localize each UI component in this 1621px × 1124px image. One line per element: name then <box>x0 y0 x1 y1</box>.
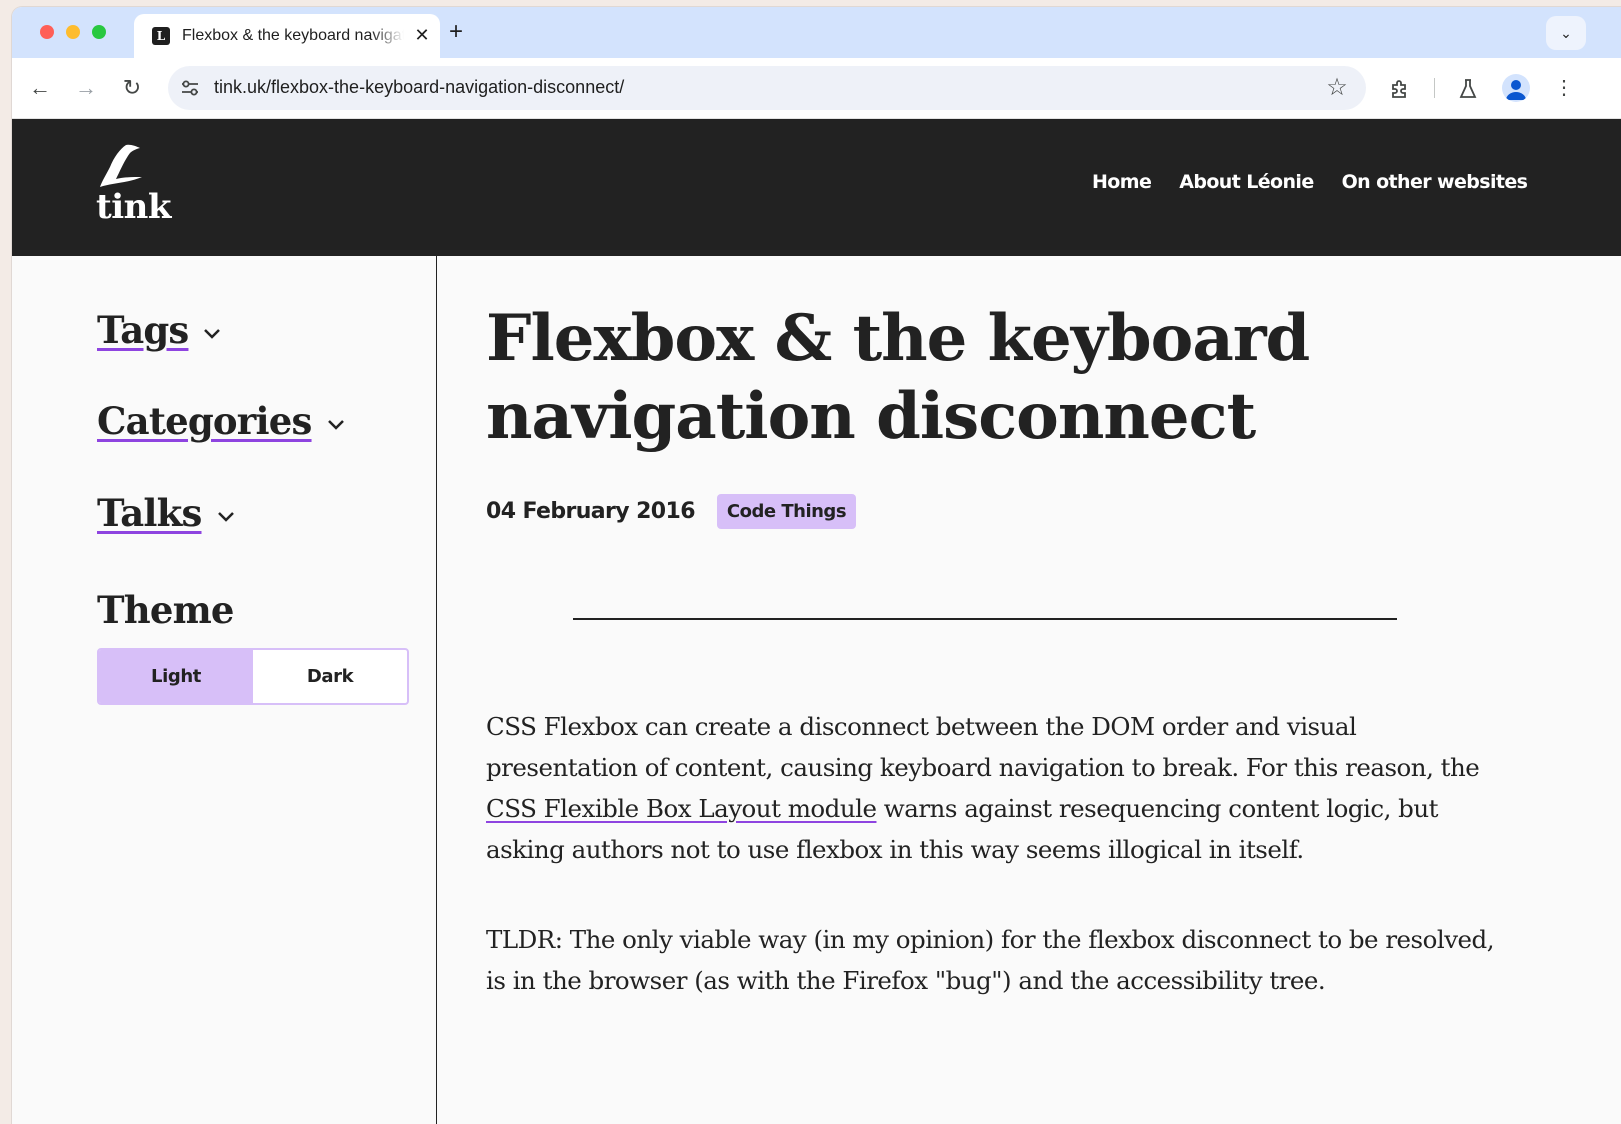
tab-search-icon[interactable]: ⌄ <box>1546 16 1586 50</box>
browser-window: L Flexbox & the keyboard navigation disc… <box>12 7 1621 1124</box>
article: Flexbox & the keyboard navigation discon… <box>486 256 1586 1124</box>
address-bar[interactable]: tink.uk/flexbox-the-keyboard-navigation-… <box>168 66 1366 110</box>
reload-icon[interactable]: ↻ <box>120 76 144 100</box>
nav-about-link[interactable]: About Léonie <box>1179 171 1314 193</box>
logo-text: tink <box>96 187 171 227</box>
toolbar-separator <box>1434 78 1435 98</box>
tab-strip: L Flexbox & the keyboard navigation disc… <box>12 7 1621 58</box>
theme-light-button[interactable]: Light <box>99 650 253 703</box>
extensions-icon[interactable] <box>1386 74 1414 102</box>
site-nav: Home About Léonie On other websites <box>1092 171 1528 193</box>
active-tab[interactable]: L Flexbox & the keyboard navigation disc… <box>134 14 440 58</box>
minimize-window-button[interactable] <box>66 25 80 39</box>
profile-icon[interactable] <box>1502 74 1530 102</box>
site-info-icon[interactable] <box>180 78 200 98</box>
site-logo[interactable]: tink <box>96 143 171 233</box>
favicon-icon: L <box>152 27 170 45</box>
labs-icon[interactable] <box>1454 74 1482 102</box>
sidebar-talks-toggle[interactable]: Talks <box>97 491 236 535</box>
back-icon[interactable]: ← <box>28 76 52 100</box>
sidebar-tags-toggle[interactable]: Tags <box>97 308 222 352</box>
tab-close-icon[interactable]: ✕ <box>412 25 432 45</box>
sidebar-categories-label: Categories <box>97 399 312 443</box>
forward-icon[interactable]: → <box>74 76 98 100</box>
sidebar: Tags Categories Talks Theme Light Dark <box>12 256 437 1124</box>
new-tab-icon[interactable]: + <box>444 20 468 44</box>
article-paragraph: CSS Flexbox can create a disconnect betw… <box>486 706 1506 870</box>
chevron-down-icon <box>204 328 221 339</box>
sidebar-tags-label: Tags <box>97 308 189 352</box>
maximize-window-button[interactable] <box>92 25 106 39</box>
url-text[interactable]: tink.uk/flexbox-the-keyboard-navigation-… <box>214 77 624 98</box>
article-paragraph-tldr: TLDR: The only viable way (in my opinion… <box>486 925 1495 995</box>
nav-home-link[interactable]: Home <box>1092 171 1152 193</box>
category-badge[interactable]: Code Things <box>716 494 857 529</box>
theme-switcher: Light Dark <box>97 648 409 705</box>
browser-toolbar: ← → ↻ tink.uk/flexbox-the-keyboard-navig… <box>12 58 1621 119</box>
flexbox-spec-link[interactable]: CSS Flexible Box Layout module <box>486 794 877 823</box>
chevron-down-icon <box>217 511 234 522</box>
theme-heading: Theme <box>97 588 234 632</box>
close-window-button[interactable] <box>40 25 54 39</box>
bookmark-star-icon[interactable]: ☆ <box>1324 75 1350 101</box>
sidebar-talks-label: Talks <box>97 491 202 535</box>
sidebar-categories-toggle[interactable]: Categories <box>97 399 346 443</box>
paragraph-text: CSS Flexbox can create a disconnect betw… <box>486 712 1480 782</box>
nav-other-websites-link[interactable]: On other websites <box>1342 171 1528 193</box>
article-title: Flexbox & the keyboard navigation discon… <box>486 301 1310 454</box>
article-meta: 04 February 2016 Code Things <box>486 494 857 529</box>
theme-dark-button[interactable]: Dark <box>253 650 407 703</box>
logo-bird-icon <box>100 144 142 187</box>
tab-title: Flexbox & the keyboard navigation discon… <box>182 27 404 44</box>
menu-icon[interactable]: ⋮ <box>1550 74 1578 102</box>
chevron-down-icon <box>327 419 344 430</box>
divider <box>573 618 1397 620</box>
article-date: 04 February 2016 <box>486 499 696 524</box>
site-header: tink Home About Léonie On other websites <box>12 119 1621 256</box>
